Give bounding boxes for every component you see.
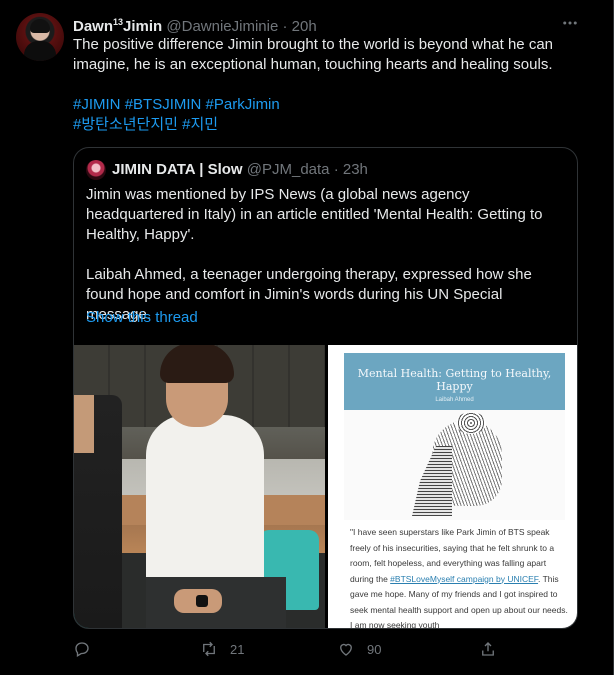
article-title-line-1: Mental Health: Getting to Healthy, bbox=[357, 367, 552, 380]
retweet-count: 21 bbox=[230, 641, 245, 657]
author-display-name[interactable]: Dawn13Jimin bbox=[73, 17, 163, 35]
tweet[interactable]: Dawn13Jimin @DawnieJiminie · 20h The pos… bbox=[0, 0, 614, 675]
photo-white-shirt bbox=[146, 415, 264, 590]
like-button[interactable]: 90 bbox=[337, 637, 381, 661]
display-name-part: Dawn bbox=[73, 18, 114, 35]
more-horizontal-icon bbox=[563, 21, 577, 25]
hashtag-link[interactable]: #방탄소년단지민 bbox=[73, 116, 178, 133]
article-title: Mental Health: Getting to Healthy, Happy bbox=[344, 367, 565, 393]
author-handle[interactable]: @DawnieJiminie bbox=[166, 18, 278, 35]
separator-dot: · bbox=[282, 18, 288, 35]
reply-button[interactable] bbox=[73, 637, 103, 661]
hashtag-link[interactable]: #BTSJIMIN bbox=[125, 96, 202, 113]
article-title-line-2: Happy bbox=[436, 380, 473, 393]
share-icon bbox=[482, 642, 494, 656]
quoted-tweet-timestamp: 23h bbox=[342, 161, 368, 178]
article-body: "I have seen superstars like Park Jimin … bbox=[350, 525, 568, 628]
quoted-tweet-header: JIMIN DATA | Slow @PJM_data · 23h bbox=[112, 160, 368, 180]
article-body-link: #BTSLoveMyself campaign by UNICEF bbox=[390, 573, 539, 584]
show-this-thread-link[interactable]: Show this thread bbox=[86, 308, 198, 328]
avatar-hair bbox=[30, 19, 50, 33]
hashtag-link[interactable]: #ParkJimin bbox=[206, 96, 280, 113]
tweet-text: The positive difference Jimin brought to… bbox=[73, 36, 553, 73]
quoted-tweet[interactable]: JIMIN DATA | Slow @PJM_data · 23h Jimin … bbox=[73, 147, 578, 629]
photo-person-left bbox=[74, 395, 122, 628]
more-options-icon[interactable] bbox=[561, 14, 579, 37]
hashtag-link[interactable]: #JIMIN bbox=[73, 96, 121, 113]
share-button[interactable] bbox=[479, 637, 497, 661]
avatar-body bbox=[24, 41, 56, 61]
separator-dot: · bbox=[333, 161, 339, 178]
sketch-hair-bun bbox=[456, 412, 486, 434]
reply-icon bbox=[75, 642, 89, 657]
heart-icon bbox=[340, 643, 352, 656]
quoted-media: Mental Health: Getting to Healthy, Happy … bbox=[74, 345, 577, 628]
retweet-button[interactable]: 21 bbox=[200, 637, 244, 661]
display-name-superscript: 13 bbox=[113, 17, 124, 27]
photo-article-screenshot[interactable]: Mental Health: Getting to Healthy, Happy … bbox=[328, 345, 577, 628]
photo-hair bbox=[160, 345, 234, 383]
like-count: 90 bbox=[367, 641, 382, 657]
article-title-banner: Mental Health: Getting to Healthy, Happy … bbox=[344, 353, 565, 410]
author-avatar[interactable] bbox=[16, 13, 64, 61]
article-sketch-illustration bbox=[344, 410, 565, 520]
photo-watch bbox=[196, 595, 208, 607]
quoted-paragraph-1: Jimin was mentioned by IPS News (a globa… bbox=[86, 186, 543, 243]
hashtags: #JIMIN #BTSJIMIN #ParkJimin #방탄소년단지민 #지민 bbox=[73, 95, 573, 135]
display-name-suffix: Jimin bbox=[123, 18, 163, 35]
photo-person-left-face bbox=[74, 395, 94, 453]
tweet-timestamp[interactable]: 20h bbox=[292, 18, 317, 35]
sketch-face-text bbox=[412, 446, 452, 516]
hashtags-line-2: #방탄소년단지민 #지민 bbox=[73, 115, 573, 135]
quoted-author-handle: @PJM_data bbox=[246, 161, 330, 178]
hashtags-line-1: #JIMIN #BTSJIMIN #ParkJimin bbox=[73, 95, 573, 115]
article-author: Laibah Ahmed bbox=[435, 397, 474, 403]
quoted-author-avatar bbox=[86, 160, 106, 180]
quoted-author-display-name: JIMIN DATA | Slow bbox=[112, 161, 243, 178]
hashtag-link[interactable]: #지민 bbox=[182, 116, 218, 133]
retweet-icon bbox=[203, 641, 215, 657]
tweet-actions: 21 90 bbox=[73, 637, 503, 661]
tweet-header: Dawn13Jimin @DawnieJiminie · 20h bbox=[73, 12, 317, 37]
photo-jimin[interactable] bbox=[74, 345, 325, 628]
